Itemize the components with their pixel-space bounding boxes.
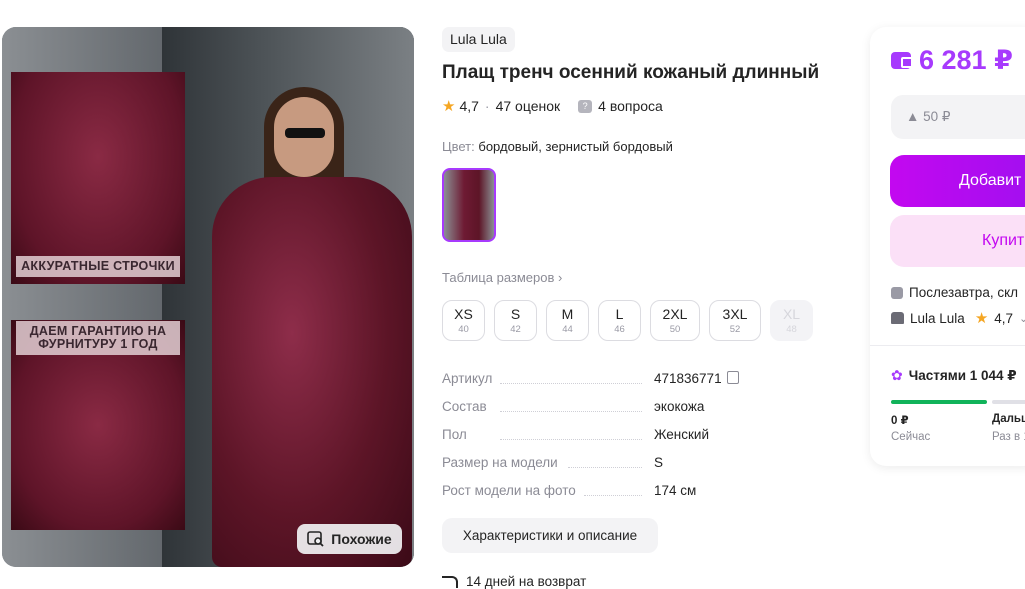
delivery-text: Послезавтра, скл <box>909 285 1019 300</box>
question-icon: ? <box>578 99 593 113</box>
spec-leader <box>500 383 642 384</box>
spec-key: Размер на модели <box>442 455 562 470</box>
star-icon: ★ <box>974 310 989 327</box>
size-code: 52 <box>729 324 741 335</box>
inset-caption-2: ДАЕМ ГАРАНТИЮ НА ФУРНИТУРУ 1 ГОД <box>16 321 180 355</box>
spec-row: Рост модели на фото 174 см <box>442 483 752 511</box>
seller-name: Lula Lula <box>910 310 965 326</box>
price-info-row[interactable]: ▲ 50 ₽ <box>891 95 1025 139</box>
size-name: 2XL <box>662 306 688 322</box>
pay-now-amount: 0 ₽ <box>891 415 909 427</box>
inset-caption-1: АККУРАТНЫЕ СТРОЧКИ <box>16 256 180 277</box>
spec-key: Артикул <box>442 371 497 386</box>
spec-value: 471836771 <box>654 371 739 386</box>
star-icon: ★ <box>442 98 456 115</box>
spec-row: Размер на модели S <box>442 455 752 483</box>
spec-value: экокожа <box>654 399 705 414</box>
rating-value: 4,7 <box>459 98 479 114</box>
size-code: 46 <box>614 324 625 335</box>
spec-key: Состав <box>442 399 491 414</box>
chevron-right-icon: › <box>558 270 563 285</box>
size-code: 50 <box>669 324 681 335</box>
price-row: 6 281 ₽ <box>891 45 1013 76</box>
color-row: Цвет: бордовый, зернистый бордовый <box>442 139 673 154</box>
buy-now-button[interactable]: Купит <box>890 215 1025 267</box>
return-info: 14 дней на возврат <box>442 574 586 589</box>
size-option-unavailable: XL 48 <box>770 300 813 341</box>
size-option[interactable]: 2XL 50 <box>650 300 700 341</box>
reviews-count[interactable]: 47 оценок <box>496 98 561 114</box>
separator-dot: · <box>484 98 490 114</box>
installment-progress-now <box>891 400 987 404</box>
installment-icon: ✿ <box>891 367 903 383</box>
seller-rating: 4,7 <box>994 310 1014 326</box>
wallet-icon <box>891 52 913 69</box>
spec-value: 174 см <box>654 483 697 498</box>
article-number: 471836771 <box>654 371 722 386</box>
box-icon <box>891 286 903 299</box>
spec-leader <box>584 495 642 496</box>
size-code: 42 <box>510 324 521 335</box>
spec-key: Рост модели на фото <box>442 483 580 498</box>
spec-value: S <box>654 455 664 470</box>
shop-icon <box>891 312 904 324</box>
photo-inset-detail-1 <box>11 72 185 284</box>
return-text: 14 дней на возврат <box>466 574 587 589</box>
size-name: XL <box>782 306 801 322</box>
installment-progress-later <box>992 400 1025 404</box>
color-variant-thumbnail[interactable] <box>442 168 496 242</box>
size-option[interactable]: S 42 <box>494 300 537 341</box>
details-button[interactable]: Характеристики и описание <box>442 518 658 553</box>
size-name: L <box>615 306 624 322</box>
spec-row: Состав экокожа <box>442 399 752 427</box>
size-name: M <box>561 306 574 322</box>
spec-leader <box>500 411 642 412</box>
chevron-down-icon: ⌄ <box>1019 312 1025 325</box>
size-table-label: Таблица размеров <box>442 270 555 285</box>
size-name: S <box>510 306 521 322</box>
installment-row[interactable]: ✿ Частями 1 044 ₽ <box>891 367 1017 384</box>
size-code: 48 <box>786 324 797 335</box>
spec-leader <box>500 439 642 440</box>
copy-icon[interactable] <box>726 371 739 384</box>
rating-row[interactable]: ★ 4,7 · 47 оценок ? 4 вопроса <box>442 96 663 116</box>
pay-now-label: Сейчас <box>891 431 931 443</box>
size-code: 44 <box>562 324 573 335</box>
delivery-info: Послезавтра, скл <box>891 285 1018 300</box>
pay-later-amount: Дальш <box>992 413 1025 425</box>
size-name: 3XL <box>722 306 748 322</box>
questions-count[interactable]: 4 вопроса <box>598 98 663 114</box>
color-label: Цвет: <box>442 139 475 154</box>
size-option[interactable]: L 46 <box>598 300 641 341</box>
similar-label: Похожие <box>331 531 392 547</box>
pay-later-label: Раз в 1 <box>992 431 1025 443</box>
spec-key: Пол <box>442 427 471 442</box>
size-option[interactable]: M 44 <box>546 300 589 341</box>
product-main-photo[interactable]: АККУРАТНЫЕ СТРОЧКИ ДАЕМ ГАРАНТИЮ НА ФУРН… <box>2 27 414 567</box>
photo-model-glasses <box>285 128 325 138</box>
size-selector: XS 40 S 42 M 44 L 46 2XL 50 3XL 52 XL 48 <box>442 300 813 341</box>
spec-leader <box>568 467 642 468</box>
spec-row: Пол Женский <box>442 427 752 455</box>
spec-row: Артикул 471836771 <box>442 371 752 399</box>
spec-value: Женский <box>654 427 710 442</box>
size-table-link[interactable]: Таблица размеров › <box>442 270 562 285</box>
seller-info[interactable]: Lula Lula ★ 4,7 ⌄ <box>891 309 1025 327</box>
return-arrow-icon <box>442 575 458 588</box>
add-to-cart-button[interactable]: Добавит <box>890 155 1025 207</box>
image-search-icon <box>307 531 324 547</box>
similar-button[interactable]: Похожие <box>297 524 402 554</box>
specs-list: Артикул 471836771 Состав экокожа Пол Женски… <box>442 371 752 511</box>
installment-text: Частями 1 044 ₽ <box>908 367 1017 383</box>
divider <box>870 345 1025 346</box>
color-value: бордовый, зернистый бордовый <box>478 139 673 154</box>
size-option[interactable]: 3XL 52 <box>709 300 761 341</box>
photo-coat <box>212 177 412 567</box>
size-name: XS <box>454 306 473 322</box>
size-option[interactable]: XS 40 <box>442 300 485 341</box>
brand-chip[interactable]: Lula Lula <box>442 27 515 52</box>
price: 6 281 ₽ <box>919 45 1013 75</box>
product-title: Плащ тренч осенний кожаный длинный <box>442 62 820 83</box>
size-code: 40 <box>458 324 469 335</box>
